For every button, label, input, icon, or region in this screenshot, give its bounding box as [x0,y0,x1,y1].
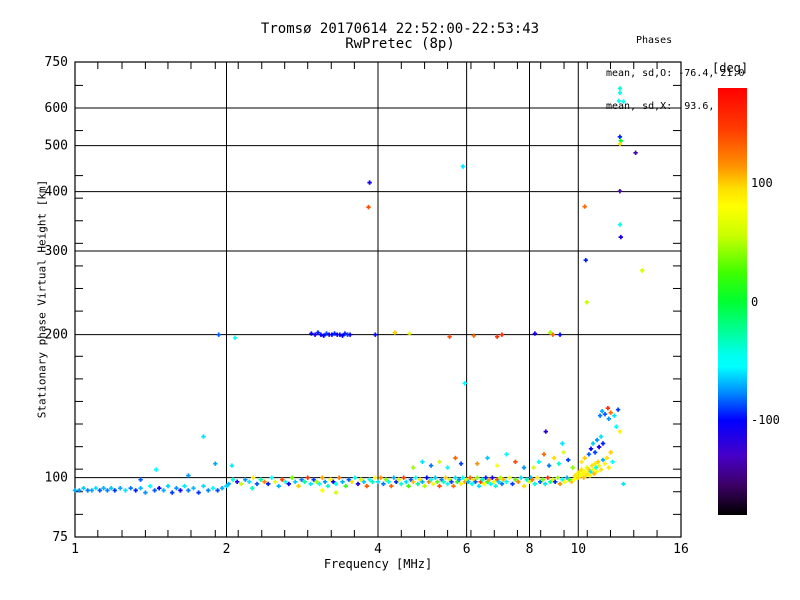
y-tick-label: 300 [45,244,68,259]
ionogram-plot: 1 2 4 6 8 10 16 75 100 200 300 400 500 600 750 [45,55,689,557]
colorbar-tick-label: 0 [751,294,759,309]
x-tick-label: 16 [673,542,689,557]
x-tick-label: 8 [526,542,534,557]
y-tick-label: 750 [45,55,68,70]
y-tick-label: 75 [52,530,68,545]
y-tick-label: 600 [45,101,68,116]
y-tick-label: 100 [45,471,68,486]
y-tick-label: 200 [45,328,68,343]
x-tick-label: 4 [374,542,382,557]
x-tick-label: 10 [570,542,586,557]
x-tick-label: 6 [463,542,471,557]
y-tick-label: 500 [45,139,68,154]
ionogram-screen: Tromsø 20170614 22:52:00-22:53:43 RwPret… [0,0,800,600]
x-tick-label: 2 [223,542,231,557]
x-tick-label: 1 [71,542,79,557]
colorbar-tick-label: 100 [751,175,773,190]
phase-colorbar [718,88,747,515]
y-tick-label: 400 [45,185,68,200]
colorbar-tick-label: -100 [751,413,780,428]
colorbar-unit-label: [deg] [712,61,749,75]
